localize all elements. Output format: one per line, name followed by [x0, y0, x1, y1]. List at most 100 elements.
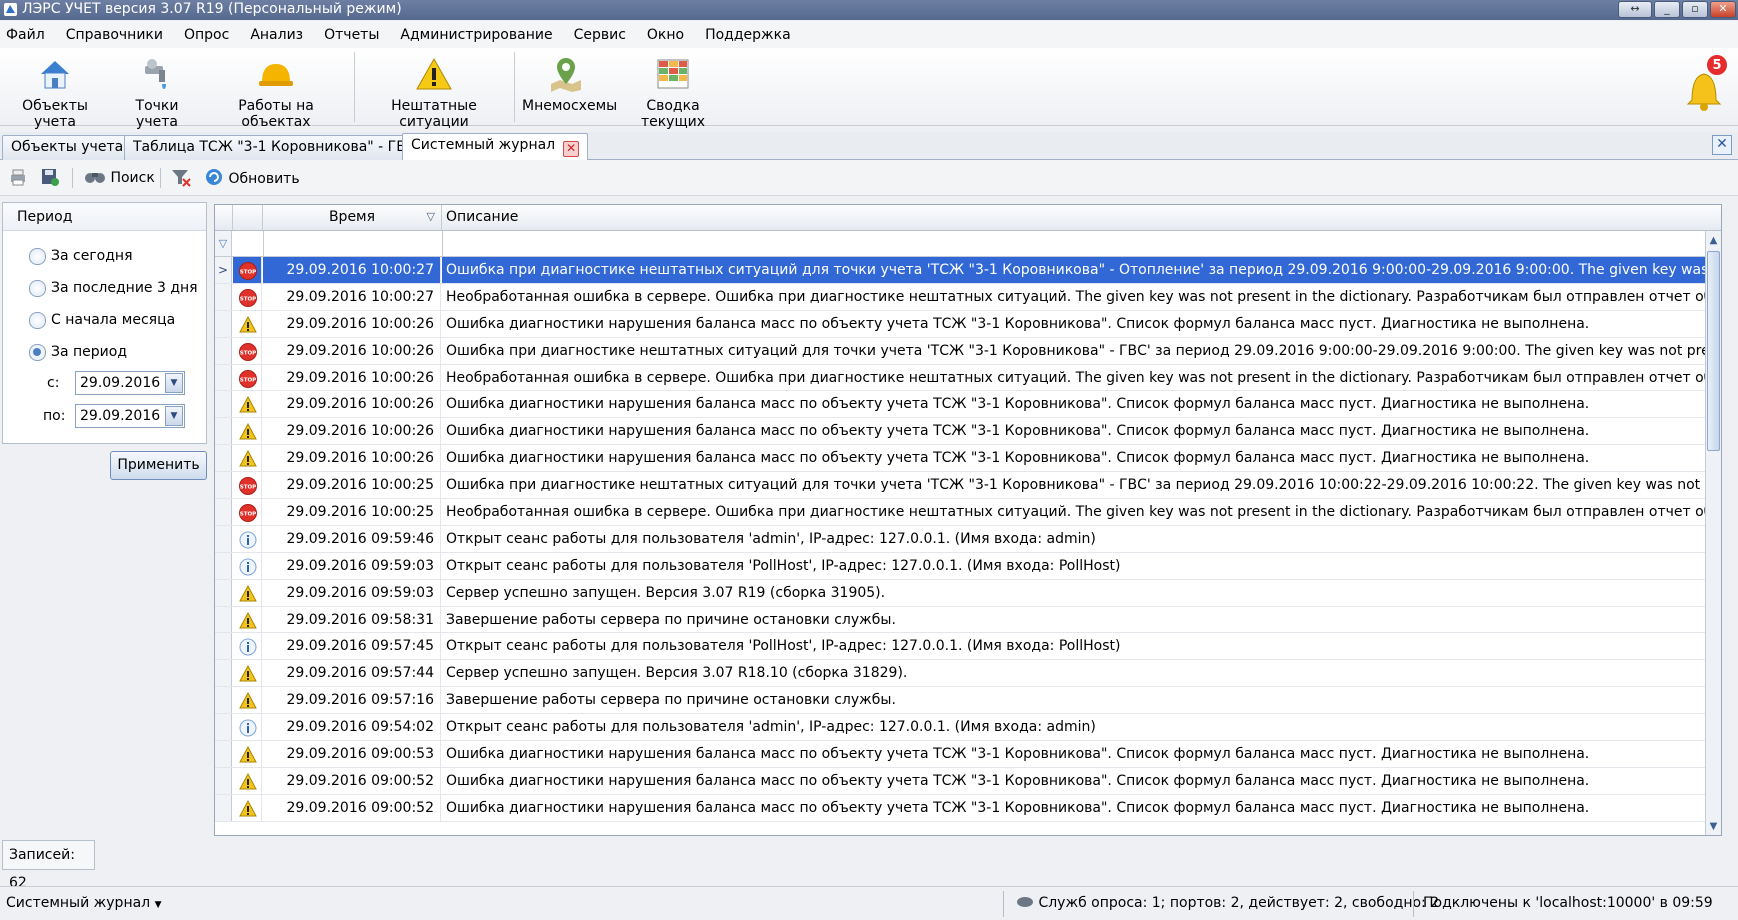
table-row[interactable]: 29.09.2016 09:00:52 Ошибка диагностики на… — [215, 767, 1707, 795]
date-from-field[interactable]: 29.09.2016 ▼ — [75, 371, 185, 395]
row-indicator[interactable] — [215, 364, 232, 391]
objects-label: Объекты учета — [22, 98, 88, 130]
row-indicator[interactable] — [215, 579, 232, 606]
row-indicator[interactable] — [215, 714, 232, 741]
menu-file[interactable]: Файл — [6, 27, 55, 43]
row-indicator[interactable] — [215, 525, 232, 552]
table-row[interactable]: STOP 29.09.2016 10:00:26 Необработанная ош… — [215, 364, 1707, 392]
menu-admin[interactable]: Администрирование — [400, 27, 562, 43]
row-indicator[interactable] — [215, 310, 232, 337]
objects-button[interactable]: Объекты учета — [2, 54, 108, 130]
chevron-down-icon[interactable]: ▼ — [165, 373, 183, 393]
table-row[interactable]: STOP 29.09.2016 10:00:25 Ошибка при диагно… — [215, 472, 1707, 500]
export-button[interactable] — [40, 167, 60, 189]
table-row[interactable]: STOP 29.09.2016 10:00:26 Ошибка при диагно… — [215, 337, 1707, 365]
menu-window[interactable]: Окно — [647, 27, 694, 43]
date-to-field[interactable]: 29.09.2016 ▼ — [75, 404, 185, 428]
emergency-button[interactable]: Нештатные ситуации — [362, 54, 506, 130]
row-indicator[interactable] — [215, 794, 232, 821]
filter-icon[interactable]: ▽ — [215, 231, 232, 256]
header-description[interactable]: Описание — [442, 205, 1707, 230]
row-indicator[interactable] — [215, 472, 232, 499]
row-indicator[interactable] — [215, 418, 232, 445]
radio-month-start[interactable]: С начала месяца — [29, 310, 175, 330]
tab-objects[interactable]: Объекты учета — [2, 135, 133, 160]
row-indicator[interactable] — [215, 283, 232, 310]
refresh-button[interactable]: Обновить — [204, 167, 300, 189]
scroll-thumb[interactable] — [1707, 251, 1720, 451]
row-description: Ошибка при диагностике нештатных ситуаци… — [446, 342, 1707, 359]
row-indicator[interactable] — [215, 741, 232, 767]
row-type-cell — [233, 767, 262, 794]
chevron-down-icon[interactable]: ▼ — [165, 406, 183, 426]
table-row[interactable]: 29.09.2016 09:57:45 Открыт сеанс работы д… — [215, 633, 1707, 661]
row-indicator[interactable] — [215, 687, 232, 714]
table-row[interactable]: 29.09.2016 09:57:44 Сервер успешно запуще… — [215, 660, 1707, 688]
table-row[interactable]: 29.09.2016 09:54:02 Открыт сеанс работы д… — [215, 714, 1707, 742]
print-button[interactable] — [8, 167, 28, 189]
table-row[interactable]: 29.09.2016 10:00:26 Ошибка диагностики на… — [215, 391, 1707, 419]
table-row[interactable]: 29.09.2016 10:00:26 Ошибка диагностики на… — [215, 445, 1707, 473]
row-indicator[interactable] — [215, 499, 232, 525]
table-row[interactable]: 29.09.2016 09:59:03 Открыт сеанс работы д… — [215, 552, 1707, 580]
mnemo-button[interactable]: Мнемосхемы — [522, 54, 617, 122]
close-button[interactable]: ✕ — [1710, 1, 1736, 18]
header-time[interactable]: Время ▽ — [263, 205, 442, 230]
table-row[interactable]: STOP 29.09.2016 10:00:25 Необработанная ош… — [215, 499, 1707, 526]
points-button[interactable]: Точки учета — [114, 54, 200, 130]
close-document-icon[interactable]: ✕ — [1712, 135, 1732, 155]
apply-button[interactable]: Применить — [110, 451, 207, 480]
row-indicator[interactable] — [215, 337, 232, 364]
menu-reports[interactable]: Отчеты — [324, 27, 389, 43]
sort-funnel-icon[interactable]: ▽ — [427, 205, 435, 229]
table-row[interactable]: 29.09.2016 09:58:31 Завершение работы сер… — [215, 606, 1707, 634]
row-type-cell — [233, 794, 262, 821]
header-type[interactable] — [233, 205, 263, 230]
clear-filter-button[interactable] — [170, 167, 192, 189]
row-indicator[interactable] — [215, 391, 232, 418]
works-button[interactable]: Работы на объектах — [206, 54, 346, 130]
vertical-scrollbar[interactable]: ▲ ▼ — [1705, 231, 1721, 835]
house-icon — [41, 61, 69, 89]
table-row[interactable]: 29.09.2016 09:59:03 Сервер успешно запуще… — [215, 579, 1707, 607]
row-indicator[interactable] — [215, 633, 232, 660]
scroll-down-icon[interactable]: ▼ — [1706, 819, 1721, 835]
summary-button[interactable]: Сводка текущих — [616, 54, 730, 130]
radio-period[interactable]: За период — [29, 342, 127, 362]
table-row[interactable]: 29.09.2016 09:00:53 Ошибка диагностики на… — [215, 741, 1707, 768]
table-row[interactable]: 29.09.2016 09:57:16 Завершение работы сер… — [215, 687, 1707, 715]
table-row[interactable]: STOP 29.09.2016 10:00:27 Необработанная ош… — [215, 283, 1707, 311]
menu-poll[interactable]: Опрос — [184, 27, 239, 43]
stop-error-icon: STOP — [239, 504, 257, 523]
menu-analysis[interactable]: Анализ — [250, 27, 313, 43]
row-indicator[interactable] — [215, 767, 232, 794]
tab-system-journal[interactable]: Системный журнал ✕ — [402, 133, 589, 161]
maximize-button[interactable]: ▫ — [1682, 1, 1708, 18]
row-indicator[interactable] — [215, 606, 232, 633]
minimize-button[interactable]: _ — [1654, 1, 1680, 18]
notifications-button[interactable]: 5 — [1684, 54, 1728, 112]
window-controls: ↔ _ ▫ ✕ — [1618, 0, 1736, 20]
table-row[interactable]: 29.09.2016 09:59:46 Открыт сеанс работы д… — [215, 525, 1707, 553]
table-row[interactable]: 29.09.2016 09:00:52 Ошибка диагностики на… — [215, 794, 1707, 822]
scroll-up-icon[interactable]: ▲ — [1706, 233, 1721, 249]
table-row[interactable]: > STOP 29.09.2016 10:00:27 Ошибка при диагн… — [215, 257, 1707, 284]
search-button[interactable]: Поиск — [84, 167, 155, 189]
tab-table-gvs[interactable]: Таблица ТСЖ "3-1 Коровникова" - ГВС — [124, 135, 425, 160]
menu-support[interactable]: Поддержка — [705, 27, 801, 43]
journal-selector[interactable]: Системный журнал ▼ — [6, 887, 162, 920]
tab-close-icon[interactable]: ✕ — [563, 141, 580, 157]
table-row[interactable]: 29.09.2016 10:00:26 Ошибка диагностики на… — [215, 310, 1707, 338]
row-indicator[interactable] — [215, 445, 232, 472]
resize-icon[interactable]: ↔ — [1618, 1, 1652, 18]
menu-references[interactable]: Справочники — [66, 27, 173, 43]
row-indicator[interactable] — [215, 552, 232, 579]
from-label: с: — [47, 375, 60, 391]
table-row[interactable]: 29.09.2016 10:00:26 Ошибка диагностики на… — [215, 418, 1707, 446]
emergency-label: Нештатные ситуации — [391, 98, 477, 130]
row-indicator[interactable] — [215, 660, 232, 687]
radio-today[interactable]: За сегодня — [29, 246, 133, 266]
menu-service[interactable]: Сервис — [574, 27, 636, 43]
radio-last-3-days[interactable]: За последние 3 дня — [29, 278, 198, 298]
row-indicator[interactable]: > — [215, 257, 232, 283]
